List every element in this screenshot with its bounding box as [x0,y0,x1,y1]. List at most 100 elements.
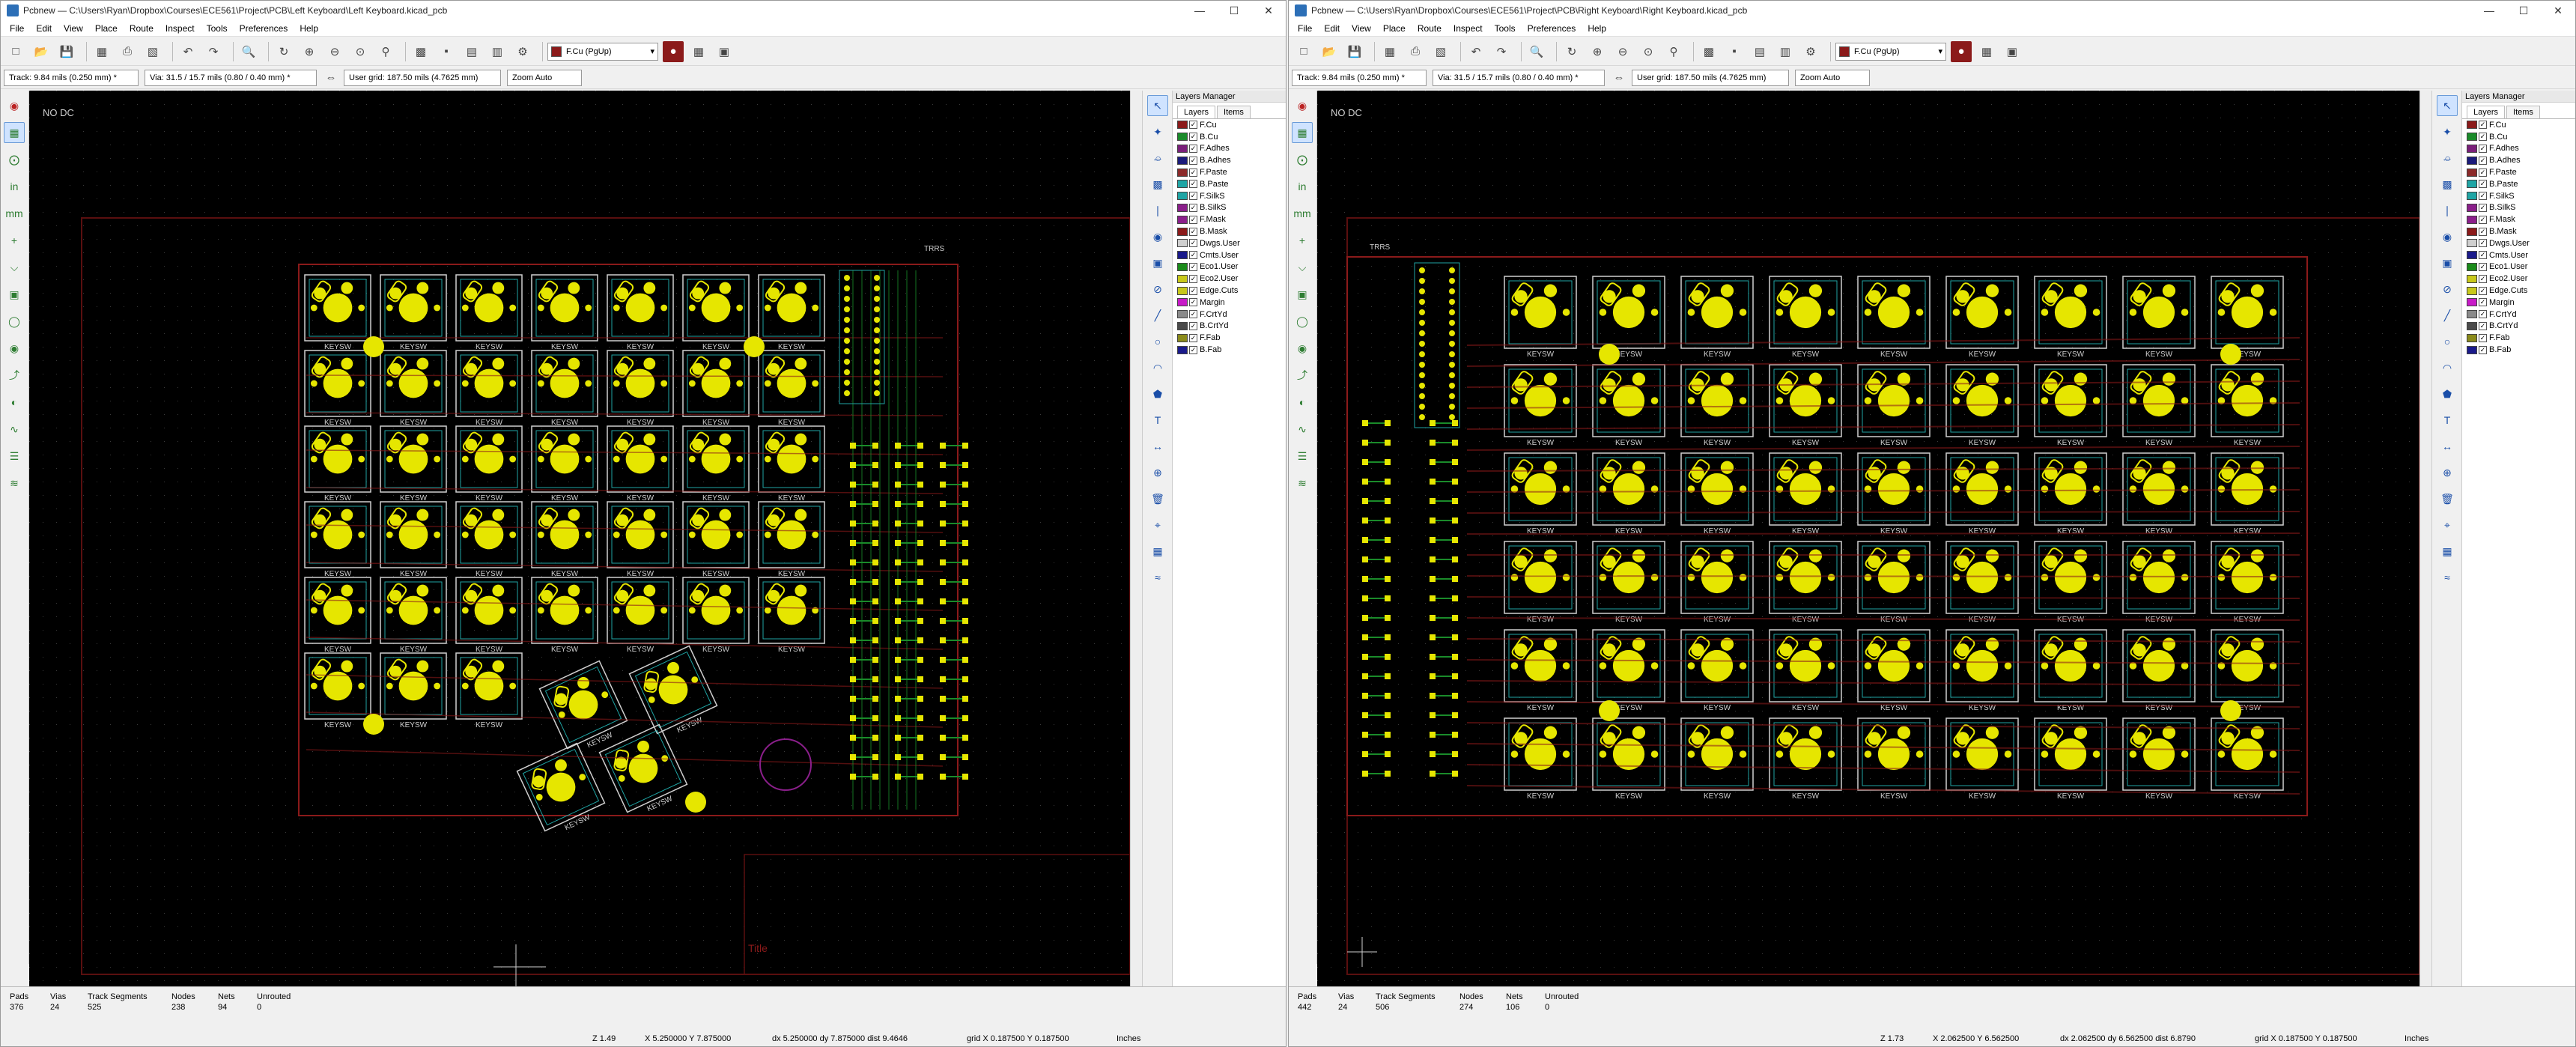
layer-row-f-crtyd[interactable]: ✓ F.CrtYd [1173,309,1286,321]
zoom-in-icon[interactable]: ⊕ [299,41,320,62]
zoom-fit-icon[interactable]: ⊙ [1638,41,1659,62]
layer-row-f-adhes[interactable]: ✓ F.Adhes [1173,143,1286,155]
drc-icon[interactable]: ⚙ [1800,41,1821,62]
layer-pair-icon[interactable]: ● [663,40,684,62]
grid-icon[interactable]: ▦ [4,122,25,143]
layer-visible-checkbox[interactable]: ✓ [2479,121,2487,130]
layer-color-swatch[interactable] [2467,239,2477,248]
menu-file[interactable]: File [1292,20,1318,37]
layer-visible-checkbox[interactable]: ✓ [2479,192,2487,201]
delete-icon[interactable]: 🗑 [1147,488,1168,509]
layer-row-b-cu[interactable]: ✓ B.Cu [2462,131,2575,143]
zoom-selection-icon[interactable]: ⚲ [1663,41,1684,62]
track-sketch-icon[interactable]: ⤴ [4,365,25,386]
grid-select[interactable]: User grid: 187.50 mils (4.7625 mm) [1632,69,1789,86]
layer-visible-checkbox[interactable]: ✓ [2479,274,2487,283]
layer-row-f-paste[interactable]: ✓ F.Paste [1173,166,1286,178]
layer-visible-checkbox[interactable]: ✓ [1189,156,1197,165]
local-ratsnest-icon[interactable]: ⌮ [2437,148,2458,169]
highlight-net-icon[interactable]: ✦ [1147,121,1168,142]
grid-icon[interactable]: ▦ [1292,122,1313,143]
layer-color-swatch[interactable] [2467,192,2477,201]
layer-color-swatch[interactable] [1177,286,1188,295]
layer-row-f-crtyd[interactable]: ✓ F.CrtYd [2462,309,2575,321]
add-text-icon[interactable]: T [2437,410,2458,431]
set-origin-icon[interactable]: ⌖ [1147,515,1168,535]
highlight-net-icon[interactable]: ✦ [2437,121,2458,142]
layer-visible-checkbox[interactable]: ✓ [1189,144,1197,153]
track-width-select[interactable]: Track: 9.84 mils (0.250 mm) * [1292,69,1427,86]
layer-visible-checkbox[interactable]: ✓ [1189,262,1197,271]
layer-visible-checkbox[interactable]: ✓ [1189,168,1197,177]
draw-arc-icon[interactable]: ◠ [1147,357,1168,378]
layer-row-f-silks[interactable]: ✓ F.SilkS [2462,190,2575,202]
layer-row-b-cu[interactable]: ✓ B.Cu [1173,131,1286,143]
menu-view[interactable]: View [58,20,89,37]
layer-color-swatch[interactable] [1177,274,1188,283]
menu-edit[interactable]: Edit [1318,20,1346,37]
layer-visible-checkbox[interactable]: ✓ [2479,345,2487,354]
layer-row-f-silks[interactable]: ✓ F.SilkS [1173,190,1286,202]
layer-color-swatch[interactable] [2467,156,2477,165]
layer-color-swatch[interactable] [1177,239,1188,248]
keepout-icon[interactable]: ⊘ [2437,279,2458,300]
layer-color-swatch[interactable] [2467,168,2477,177]
redo-icon[interactable]: ↷ [1491,41,1512,62]
layer-row-b-crtyd[interactable]: ✓ B.CrtYd [2462,321,2575,333]
vertical-scrollbar[interactable] [1130,91,1142,986]
menu-inspect[interactable]: Inspect [160,20,201,37]
layers-manager-icon[interactable]: ☰ [1292,446,1313,467]
vertical-scrollbar[interactable] [2419,91,2431,986]
layer-row-f-adhes[interactable]: ✓ F.Adhes [2462,143,2575,155]
layer-row-b-fab[interactable]: ✓ B.Fab [2462,344,2575,356]
undo-icon[interactable]: ↶ [1465,41,1486,62]
plot-icon[interactable]: ▧ [1430,41,1451,62]
add-zone-icon[interactable]: ▣ [2437,252,2458,273]
layer-visible-checkbox[interactable]: ✓ [2479,286,2487,295]
cursor-shape-icon[interactable]: + [4,230,25,251]
save-icon[interactable]: 💾 [56,41,77,62]
keepout-icon[interactable]: ⊘ [1147,279,1168,300]
plot-icon[interactable]: ▧ [142,41,163,62]
layer-color-swatch[interactable] [1177,133,1188,142]
layer-visible-checkbox[interactable]: ✓ [2479,168,2487,177]
via-sketch-icon[interactable]: ◉ [4,338,25,359]
menu-help[interactable]: Help [294,20,324,37]
layer-color-swatch[interactable] [1177,180,1188,189]
via-size-select[interactable]: Via: 31.5 / 15.7 mils (0.80 / 0.40 mm) * [145,69,317,86]
layer-color-swatch[interactable] [1177,310,1188,319]
layer-visible-checkbox[interactable]: ✓ [2479,262,2487,271]
layer-row-b-silks[interactable]: ✓ B.SilkS [1173,202,1286,214]
tab-layers[interactable]: Layers [2467,106,2506,118]
microwave-toolbar-icon[interactable]: ≋ [1292,473,1313,494]
redo-icon[interactable]: ↷ [203,41,224,62]
close-icon[interactable]: ✕ [1251,1,1286,20]
target-icon[interactable]: ⊕ [1147,462,1168,483]
layer-visible-checkbox[interactable]: ✓ [2479,144,2487,153]
tab-layers[interactable]: Layers [1177,106,1216,118]
layer-row-margin[interactable]: ✓ Margin [1173,297,1286,309]
layer-visible-checkbox[interactable]: ✓ [2479,310,2487,319]
draw-line-icon[interactable]: ╱ [1147,305,1168,326]
menu-help[interactable]: Help [1582,20,1612,37]
zoom-select[interactable]: Zoom Auto [1795,69,1870,86]
layer-row-f-fab[interactable]: ✓ F.Fab [1173,332,1286,344]
layer-row-f-mask[interactable]: ✓ F.Mask [2462,213,2575,225]
layer-color-swatch[interactable] [2467,298,2477,307]
layer-visible-checkbox[interactable]: ✓ [1189,321,1197,330]
layer-row-edge-cuts[interactable]: ✓ Edge.Cuts [1173,285,1286,297]
new-board-icon[interactable]: □ [5,41,26,62]
layer-color-swatch[interactable] [2467,133,2477,142]
scripting-console-icon[interactable]: ▦ [1976,41,1997,62]
layer-color-swatch[interactable] [2467,180,2477,189]
layer-visible-checkbox[interactable]: ✓ [1189,298,1197,307]
netlist-icon[interactable]: ▤ [461,41,482,62]
layer-visible-checkbox[interactable]: ✓ [2479,156,2487,165]
layer-visible-checkbox[interactable]: ✓ [1189,251,1197,260]
microwave-icon[interactable]: ∿ [1292,419,1313,440]
active-layer-select[interactable]: F.Cu (PgUp) ▾ [547,42,658,61]
route-track-icon[interactable]: ∣ [2437,200,2458,221]
tab-items[interactable]: Items [1217,106,1251,118]
layer-visible-checkbox[interactable]: ✓ [2479,333,2487,342]
auto-width-icon[interactable]: ⇔ [323,70,339,86]
